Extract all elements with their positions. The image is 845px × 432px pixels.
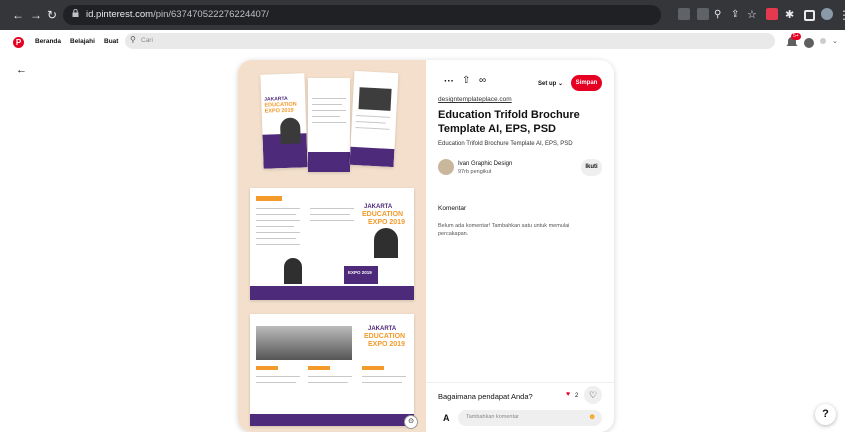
comments-empty: Belum ada komentar! Tambahkan satu untuk… [438, 223, 570, 237]
reload-icon[interactable]: ↻ [47, 7, 57, 23]
profile-avatar[interactable] [821, 8, 833, 20]
zoom-icon[interactable]: ⚲ [714, 7, 721, 23]
share-icon[interactable]: ⇧ [462, 75, 470, 86]
visual-search-icon[interactable]: ⊙ [404, 415, 418, 429]
pin-image[interactable]: JAKARTA EDUCATION EXPO 2019 JAKARTA EDUC… [238, 60, 426, 432]
link-icon[interactable]: ∞ [479, 75, 486, 86]
back-arrow-icon[interactable]: ← [16, 64, 27, 76]
avatar[interactable] [438, 159, 454, 175]
extension-icon[interactable] [697, 8, 709, 20]
emoji-icon[interactable]: ☻ [588, 412, 596, 421]
forward-arrow-icon[interactable]: → [30, 7, 42, 23]
author-name[interactable]: Ivan Graphic Design [458, 161, 512, 167]
back-arrow-icon[interactable]: ← [12, 7, 24, 23]
comment-prompt: Bagaimana pendapat Anda? [438, 392, 533, 401]
more-options-icon[interactable]: ··· [444, 76, 454, 87]
avatar[interactable] [820, 38, 826, 44]
notification-badge: 5+ [791, 33, 801, 40]
chevron-down-icon[interactable]: ⌄ [832, 37, 838, 45]
share-icon[interactable]: ⇪ [731, 7, 739, 23]
react-heart-icon[interactable]: ♡ [584, 386, 602, 404]
divider [426, 382, 614, 383]
nav-create[interactable]: Buat [104, 38, 118, 45]
search-input[interactable]: ⚲ Cari [125, 33, 775, 49]
help-button[interactable]: ? [815, 404, 836, 425]
extension-icon[interactable] [678, 8, 690, 20]
brochure-page [349, 70, 399, 168]
board-dropdown[interactable]: Set up ⌄ [538, 80, 563, 87]
pinterest-logo[interactable]: P [13, 37, 24, 48]
source-link[interactable]: designtemplateplace.com [438, 96, 512, 103]
extension-icon[interactable] [766, 8, 778, 20]
messages-icon[interactable] [803, 37, 815, 49]
comment-input[interactable]: Tambahkan komentar ☻ [458, 410, 602, 426]
search-icon: ⚲ [130, 35, 136, 44]
url-text[interactable]: id.pinterest.com/pin/637470522276224407/ [86, 9, 269, 20]
menu-icon[interactable]: ⋮ [838, 7, 845, 23]
brochure-outside-spread: JAKARTA EDUCATION EXPO 2019 [250, 314, 414, 426]
save-button[interactable]: Simpan [571, 75, 602, 91]
brochure-page: JAKARTA EDUCATION EXPO 2019 [260, 73, 308, 169]
bookmark-star-icon[interactable]: ☆ [747, 7, 757, 23]
heart-icon: ♥ [566, 391, 571, 398]
brochure-inside-spread: JAKARTA EDUCATION EXPO 2019 EXPO 2019 [250, 188, 414, 300]
author-followers: 97rb pengikut [458, 169, 492, 175]
window-icon[interactable] [804, 10, 815, 21]
follow-button[interactable]: Ikuti [581, 159, 602, 176]
reaction-count: 2 [575, 393, 579, 399]
pin-title: Education Trifold Brochure Template AI, … [438, 109, 580, 135]
comments-heading: Komentar [438, 205, 467, 212]
puzzle-icon[interactable]: ✱ [785, 7, 794, 23]
avatar: A [443, 413, 450, 423]
pin-card: JAKARTA EDUCATION EXPO 2019 JAKARTA EDUC… [238, 60, 614, 432]
nav-learn[interactable]: Belajahi [70, 38, 95, 45]
brochure-page [308, 78, 350, 172]
lock-icon [72, 9, 79, 17]
pin-description: Education Trifold Brochure Template AI, … [438, 141, 573, 147]
nav-home[interactable]: Beranda [35, 38, 61, 45]
